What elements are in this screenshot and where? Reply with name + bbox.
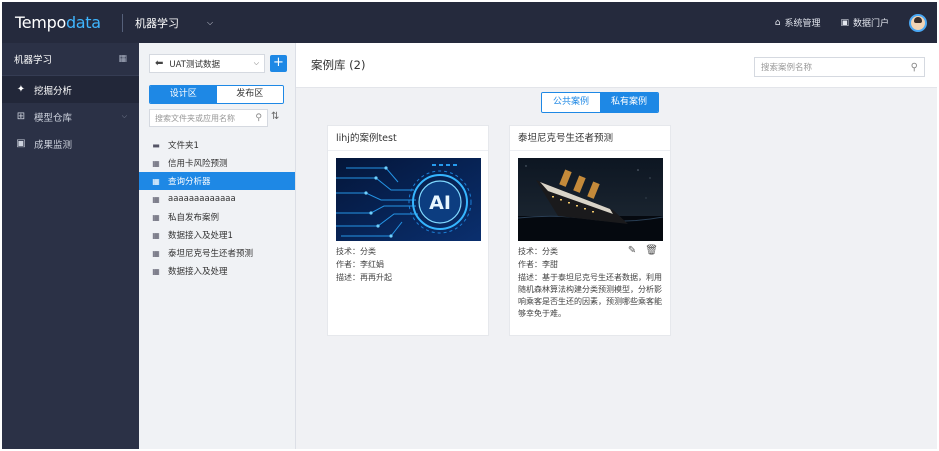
sidebar-title: 机器学习 ▦ [2, 43, 139, 76]
module-title[interactable]: 机器学习 [135, 15, 179, 31]
app-icon: ▦ [152, 212, 160, 222]
app-icon: ▦ [152, 176, 160, 186]
top-bar: Tempodata 机器学习 ⌵ ⌂ 系统管理 ▣ 数据门户 [2, 2, 937, 43]
app-icon: ▦ [152, 248, 160, 258]
svg-text:AI: AI [429, 192, 451, 214]
folder-icon: ▬ [152, 140, 160, 150]
sidebar-item-result-monitor[interactable]: ▣ 成果监测 [2, 130, 139, 157]
app-icon: ▦ [152, 266, 160, 276]
search-icon[interactable]: ⚲ [911, 62, 918, 73]
case-search-input[interactable]: 搜索案例名称 ⚲ [754, 57, 925, 77]
data-portal-link[interactable]: ▣ 数据门户 [840, 16, 889, 30]
tab-private-cases[interactable]: 私有案例 [600, 93, 658, 112]
tree-item[interactable]: ▦ 数据接入及处理 [139, 262, 295, 280]
sidebar-item-mining[interactable]: ✦ 挖掘分析 [2, 76, 139, 103]
chevron-down-icon: ⌵ [253, 59, 259, 67]
page-title: 案例库 (2) [311, 58, 366, 72]
app-icon: ▦ [152, 230, 160, 240]
tree-item[interactable]: ▦ 私自发布案例 [139, 208, 295, 226]
search-icon[interactable]: ⚲ [255, 113, 262, 123]
tab-public-cases[interactable]: 公共案例 [542, 93, 600, 112]
case-card[interactable]: lihj的案例test AI 技术：分类 作者：李红娟 描述：再再升起 [327, 125, 489, 336]
card-desc: 描述：再再升起 [336, 273, 392, 282]
area-switch: 设计区 发布区 [149, 85, 284, 104]
edit-icon[interactable]: ✎ [628, 245, 636, 256]
card-author: 作者：李红娟 [336, 260, 384, 269]
avatar[interactable] [909, 13, 927, 32]
ai-cover-image: AI [336, 158, 481, 241]
app-icon: ▦ [152, 194, 160, 204]
card-actions: ✎ 🗑 [628, 245, 658, 256]
card-meta: 技术：分类 作者：李红娟 描述：再再升起 [336, 245, 484, 284]
tree-item[interactable]: ▦ 泰坦尼克号生还者预测 [139, 244, 295, 262]
tree-item[interactable]: ▦ aaaaaaaaaaaaa [139, 190, 295, 208]
back-arrow-icon[interactable]: ⬅ [155, 58, 163, 69]
system-manage-link[interactable]: ⌂ 系统管理 [774, 16, 821, 30]
model-repo-icon: ⊞ [16, 111, 26, 122]
app-tree: ▬ 文件夹1 ▦ 信用卡风险预测 ▦ 查询分析器 ▦ aaaaaaaaaaaaa ▦ 私自… [139, 136, 295, 280]
main-header: 案例库 (2) 搜索案例名称 ⚲ [296, 43, 937, 88]
monitor-icon: ▣ [16, 138, 26, 149]
app-panel: ⬅ UAT测试数据 ⌵ + 设计区 发布区 搜索文件夹或应用名称 ⚲ ⇅ ▬ 文件… [139, 43, 296, 449]
chevron-down-icon: ⌵ [121, 112, 127, 120]
grid-icon[interactable]: ▦ [118, 54, 127, 64]
app-icon: ▦ [152, 158, 160, 168]
card-meta: 技术：分类 作者：李甜 描述：基于泰坦尼克号生还者数据，利用随机森林算法构建分类… [518, 245, 666, 320]
case-card[interactable]: 泰坦尼克号生还者预测 技术：分类 作者：李甜 描述：基于泰坦尼克号生还者数据，利… [509, 125, 671, 336]
case-library: 案例库 (2) 搜索案例名称 ⚲ 公共案例 私有案例 lihj的案例test A… [296, 43, 937, 449]
mining-icon: ✦ [16, 84, 26, 95]
case-tabs: 公共案例 私有案例 [541, 92, 659, 113]
card-desc: 描述：基于泰坦尼克号生还者数据，利用随机森林算法构建分类预测模型，分析影响乘客是… [518, 273, 662, 318]
card-title: 泰坦尼克号生还者预测 [510, 126, 670, 151]
card-title: lihj的案例test [328, 126, 488, 151]
tree-item[interactable]: ▦ 数据接入及处理1 [139, 226, 295, 244]
chevron-down-icon[interactable]: ⌵ [207, 18, 213, 28]
divider [122, 13, 123, 32]
logo[interactable]: Tempodata [2, 13, 122, 32]
card-author: 作者：李甜 [518, 260, 558, 269]
dataset-select[interactable]: ⬅ UAT测试数据 ⌵ [149, 54, 265, 73]
sidebar: 机器学习 ▦ ✦ 挖掘分析 ⊞ 模型仓库 ⌵ ▣ 成果监测 [2, 43, 139, 449]
home-icon: ⌂ [774, 17, 781, 28]
tree-item[interactable]: ▬ 文件夹1 [139, 136, 295, 154]
trash-icon[interactable]: 🗑 [645, 245, 658, 256]
add-button[interactable]: + [270, 55, 287, 72]
titanic-cover-image [518, 158, 663, 241]
tab-publish-area[interactable]: 发布区 [216, 86, 283, 103]
tree-search-input[interactable]: 搜索文件夹或应用名称 ⚲ [149, 109, 268, 127]
tree-item[interactable]: ▦ 信用卡风险预测 [139, 154, 295, 172]
tree-item-selected[interactable]: ▦ 查询分析器 [139, 172, 295, 190]
sort-icon[interactable]: ⇅ [271, 111, 279, 122]
monitor-icon: ▣ [840, 17, 849, 28]
tab-design-area[interactable]: 设计区 [150, 86, 217, 103]
sidebar-item-model-repo[interactable]: ⊞ 模型仓库 ⌵ [2, 103, 139, 130]
card-tech: 技术：分类 [336, 247, 376, 256]
